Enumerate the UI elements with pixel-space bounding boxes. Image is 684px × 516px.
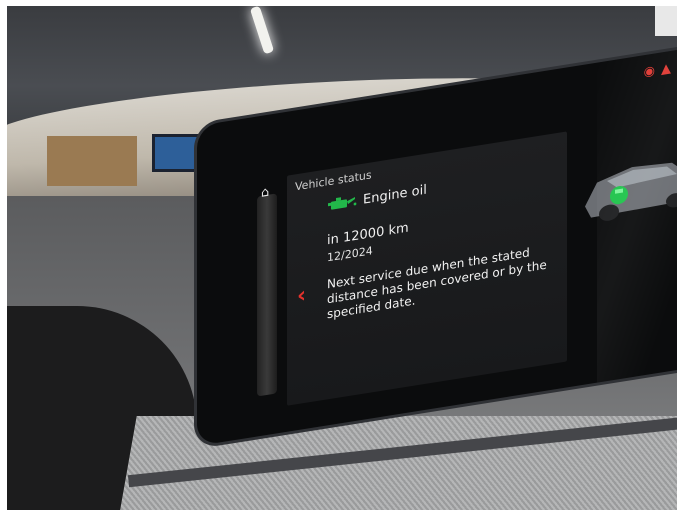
section-label: Engine oil — [363, 182, 427, 208]
mirror-boxes — [47, 136, 137, 186]
vehicle-status-panel: Vehicle status Engine oil in 12000 km 12… — [287, 131, 567, 406]
window-light — [655, 6, 677, 36]
screen-title: Vehicle status — [295, 168, 372, 194]
engine-oil-icon — [327, 193, 357, 214]
scroll-rail[interactable] — [257, 193, 277, 397]
photo-frame: ◉▲ ⌂ Vehicle status Engine oil in 1200 — [7, 6, 677, 510]
home-icon[interactable]: ⌂ — [261, 185, 269, 201]
screen-glare — [597, 46, 677, 383]
engine-oil-row[interactable]: Engine oil — [327, 182, 427, 214]
back-arrow-icon[interactable]: ‹ — [297, 283, 306, 309]
